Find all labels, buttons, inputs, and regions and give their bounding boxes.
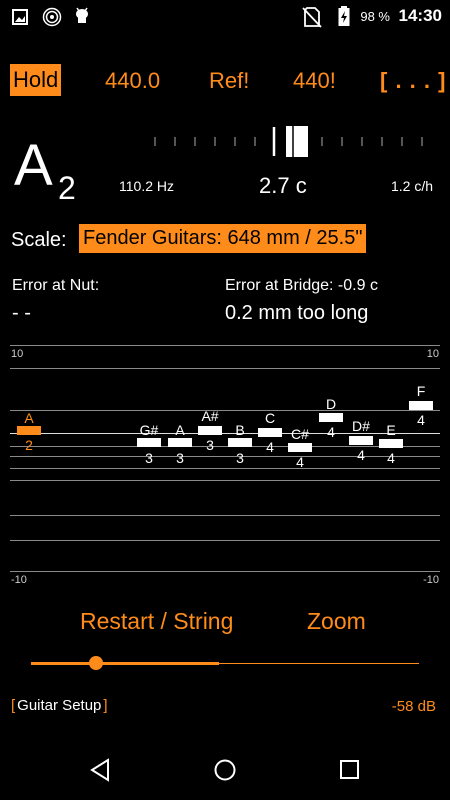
grid-line bbox=[10, 468, 440, 469]
grid-line bbox=[10, 515, 440, 516]
radio-icon bbox=[42, 7, 62, 27]
note-octave-label: 4 bbox=[387, 450, 395, 466]
note-marker bbox=[319, 413, 343, 422]
note-octave-label: 3 bbox=[145, 450, 153, 466]
level-readout: -58 dB bbox=[391, 698, 436, 715]
no-sim-icon bbox=[302, 7, 322, 28]
slider-track-filled[interactable] bbox=[31, 662, 219, 665]
grid-line bbox=[10, 345, 440, 346]
grid-line bbox=[10, 480, 440, 481]
grid-line bbox=[10, 410, 440, 411]
note-marker bbox=[198, 426, 222, 435]
hold-button[interactable]: Hold bbox=[10, 64, 62, 96]
note-marker bbox=[349, 436, 373, 445]
note-marker bbox=[17, 426, 41, 435]
note-label: A bbox=[175, 422, 185, 438]
note-octave-label: 2 bbox=[25, 437, 33, 453]
note-marker bbox=[258, 428, 282, 437]
note-marker bbox=[137, 438, 161, 447]
bracket-right: ] bbox=[103, 697, 108, 714]
note-marker bbox=[409, 401, 433, 410]
note-octave-label: 4 bbox=[296, 454, 304, 470]
guitar-setup-label: Guitar Setup bbox=[17, 697, 102, 714]
note-octave-label: 3 bbox=[206, 437, 214, 453]
note-octave-label: 4 bbox=[417, 412, 425, 428]
restart-string-button[interactable]: Restart / String bbox=[80, 608, 233, 635]
string-deviation-graph: 10 10 -10 -10 A 2 G# 3 A 3 A# 3 B 3 C 4 … bbox=[0, 340, 450, 590]
clock: 14:30 bbox=[398, 6, 442, 25]
tuning-needle-gauge bbox=[154, 126, 423, 157]
slider-track[interactable] bbox=[219, 663, 419, 664]
error-nut-label: Error at Nut: bbox=[12, 277, 100, 294]
graph-top-left-label: 10 bbox=[11, 348, 24, 360]
grid-line bbox=[10, 540, 440, 541]
note-label: D bbox=[325, 396, 337, 412]
note-marker bbox=[228, 438, 252, 447]
status-bar: 98 % 14:30 bbox=[0, 0, 450, 34]
note-label: C bbox=[264, 410, 276, 426]
image-icon bbox=[12, 9, 28, 25]
note-label: G# bbox=[139, 422, 159, 438]
battery-percent: 98 % bbox=[360, 9, 390, 24]
slider-thumb[interactable] bbox=[89, 656, 103, 670]
note-marker bbox=[379, 439, 403, 448]
note-label: C# bbox=[291, 426, 309, 442]
graph-bottom-left-label: -10 bbox=[11, 574, 27, 586]
error-bridge-value: 0.2 mm too long bbox=[225, 302, 369, 324]
frequency-readout: 110.2 Hz bbox=[119, 178, 174, 194]
note-octave-label: 3 bbox=[176, 450, 184, 466]
grid-line bbox=[10, 368, 440, 369]
note-octave: 2 bbox=[58, 170, 76, 206]
cents-readout: 2.7 c bbox=[259, 173, 307, 198]
graph-bottom-right-label: -10 bbox=[423, 574, 439, 586]
error-bridge-label: Error at Bridge: -0.9 c bbox=[225, 277, 378, 294]
graph-top-right-label: 10 bbox=[426, 348, 439, 360]
note-octave-label: 4 bbox=[266, 439, 274, 455]
scale-selector[interactable]: Fender Guitars: 648 mm / 25.5" bbox=[79, 224, 367, 253]
note-label: F bbox=[416, 383, 426, 399]
note-label: A# bbox=[201, 408, 219, 424]
note-marker bbox=[168, 438, 192, 447]
note-marker bbox=[288, 443, 312, 452]
note-letter: A bbox=[14, 133, 53, 198]
android-icon bbox=[76, 7, 88, 23]
battery-charging-icon bbox=[338, 6, 350, 26]
guitar-setup-button[interactable]: [Guitar Setup] bbox=[11, 697, 108, 714]
ref-button[interactable]: Ref! bbox=[209, 68, 249, 94]
note-octave-label: 4 bbox=[327, 424, 335, 440]
set-440-button[interactable]: 440! bbox=[293, 68, 336, 94]
recents-icon[interactable] bbox=[339, 759, 361, 781]
home-icon[interactable] bbox=[213, 758, 237, 782]
menu-button[interactable]: [ . . . ] bbox=[380, 68, 446, 94]
grid-line bbox=[10, 571, 440, 572]
reference-frequency-button[interactable]: 440.0 bbox=[105, 68, 160, 94]
back-icon[interactable] bbox=[89, 758, 111, 782]
scale-label: Scale: bbox=[11, 229, 67, 251]
zoom-button[interactable]: Zoom bbox=[307, 608, 366, 635]
note-octave-label: 4 bbox=[357, 447, 365, 463]
note-label: A bbox=[24, 410, 34, 426]
note-label: E bbox=[386, 422, 396, 438]
note-label: D# bbox=[352, 418, 370, 434]
note-label: B bbox=[235, 422, 245, 438]
bracket-left: [ bbox=[11, 697, 16, 714]
navigation-bar bbox=[0, 740, 450, 800]
note-octave-label: 3 bbox=[236, 450, 244, 466]
error-nut-value: - - bbox=[12, 302, 31, 324]
drift-rate-readout: 1.2 c/h bbox=[391, 178, 434, 194]
